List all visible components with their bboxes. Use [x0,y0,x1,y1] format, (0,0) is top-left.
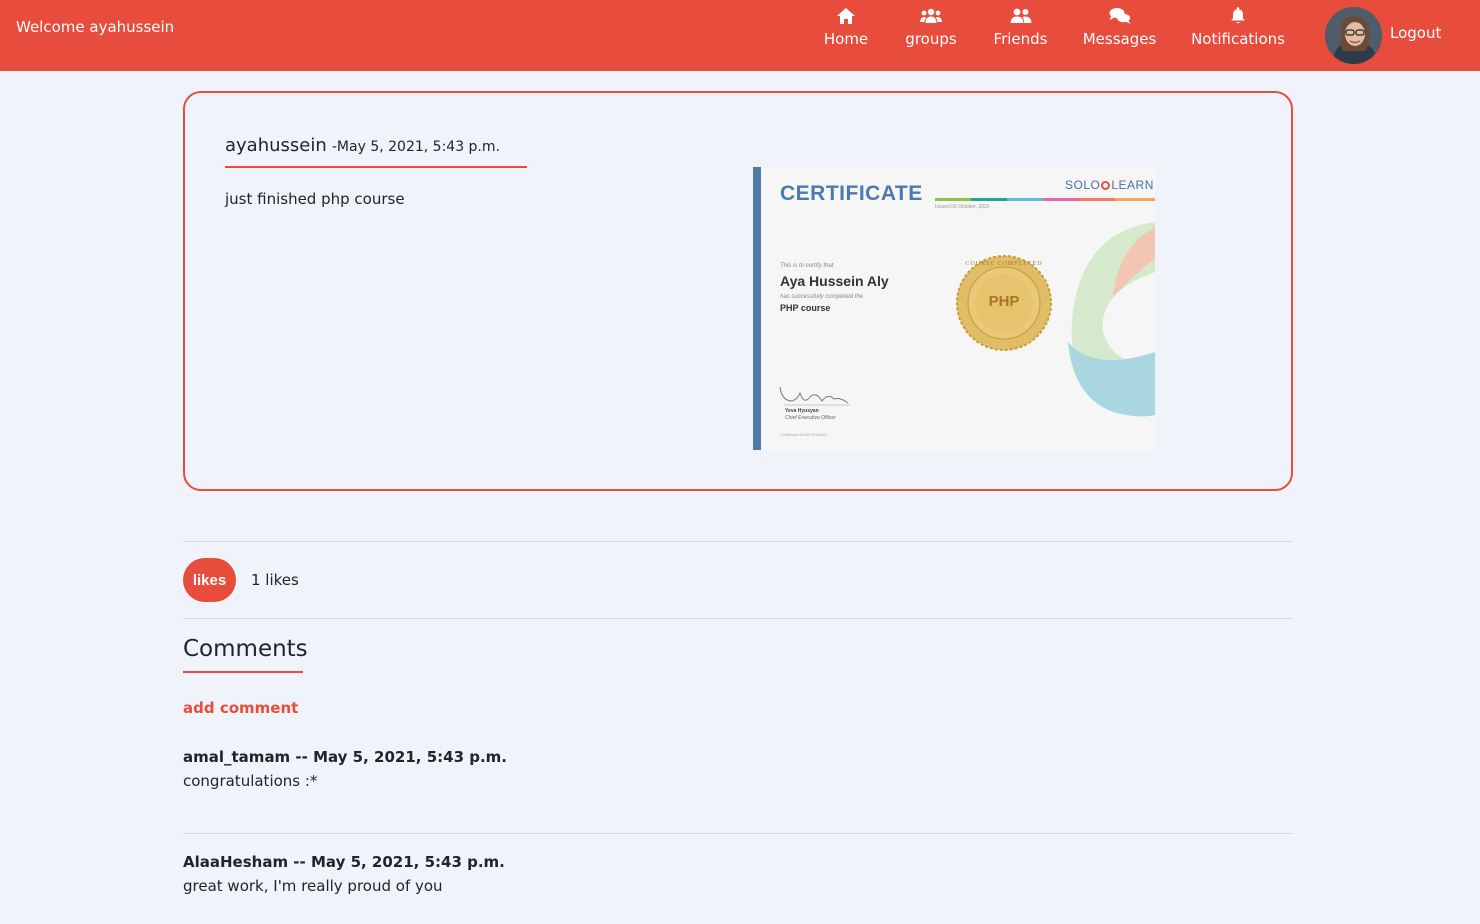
nav-home-label: Home [823,30,869,48]
certificate-brand-learn: LEARN [1111,178,1154,192]
certificate-seal: COURSE COMPLETED PHP [956,255,1052,351]
nav-friends[interactable]: Friends [994,6,1047,56]
comment-meta: AlaaHesham -- May 5, 2021, 5:43 p.m. [183,853,505,871]
post-date: -May 5, 2021, 5:43 p.m. [331,139,500,155]
post-image-certificate[interactable]: CERTIFICATE SOLO LEARN Issued 06 October,… [753,167,1155,450]
certificate-brand: SOLO LEARN [1065,178,1154,192]
certificate-signer: Yeva Hyusyan [785,408,819,414]
certificate-brand-solo: SOLO [1065,178,1101,192]
likes-count: 1 likes [251,571,299,589]
comment-meta: amal_tamam -- May 5, 2021, 5:43 p.m. [183,748,507,766]
nav-groups-label: groups [905,30,957,48]
nav-notifications[interactable]: Notifications [1191,6,1285,56]
welcome-text: Welcome ayahussein [16,18,175,36]
post-author[interactable]: ayahussein [225,135,327,156]
friends-icon [1010,6,1032,26]
comment-body: congratulations :* [183,772,318,790]
comment-divider [183,833,1293,834]
certificate-issued: Issued 06 October, 2020 [935,204,990,210]
likes-button[interactable]: likes [183,558,236,602]
top-navbar: Welcome ayahussein Home groups Friends M… [0,0,1480,71]
divider-top [183,541,1293,542]
seal-ring-text: COURSE COMPLETED [965,261,1043,267]
nav-messages[interactable]: Messages [1082,6,1157,56]
certificate-name: Aya Hussein Aly [780,273,889,289]
post-header: ayahussein -May 5, 2021, 5:43 p.m. [225,135,527,168]
certificate-signer-title: Chief Executive Officer [785,415,836,421]
seal-text: PHP [988,293,1020,310]
groups-icon [920,6,942,26]
certificate-id: Certificate #1059-5768870 [780,432,828,437]
certificate-certify-line: This is to certify that [780,263,834,269]
comment-body: great work, I'm really proud of you [183,877,443,895]
comment-item: AlaaHesham -- May 5, 2021, 5:43 p.m. gre… [183,853,505,895]
avatar[interactable] [1325,7,1382,64]
certificate-completed-line: has successfully completed the [780,294,864,300]
add-comment-link[interactable]: add comment [183,699,298,717]
nav-groups[interactable]: groups [905,6,957,56]
nav-home[interactable]: Home [824,6,868,56]
divider-likes [183,618,1293,619]
comment-item: amal_tamam -- May 5, 2021, 5:43 p.m. con… [183,748,507,790]
post-card: ayahussein -May 5, 2021, 5:43 p.m. just … [183,91,1293,491]
nav-messages-label: Messages [1082,30,1157,48]
nav-friends-label: Friends [993,30,1048,48]
home-icon [836,6,856,26]
nav-notifications-label: Notifications [1191,30,1285,48]
bell-icon [1230,6,1246,26]
certificate-course: PHP course [780,303,831,313]
signature-icon [779,386,850,406]
logout-link[interactable]: Logout [1390,24,1441,42]
comments-title: Comments [183,636,308,673]
sololearn-logo-icon [1101,181,1111,190]
messages-icon [1109,6,1131,26]
certificate-title: CERTIFICATE [780,182,923,205]
post-text: just finished php course [225,190,405,208]
